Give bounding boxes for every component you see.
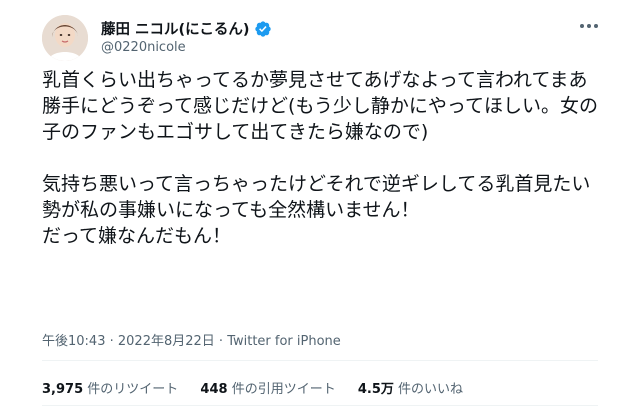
- tweet-text: 乳首くらい出ちゃってるか夢見させてあげなよって言われてまあ勝手にどうぞって感じだ…: [42, 67, 598, 249]
- retweets-count: 3,975: [42, 382, 84, 397]
- retweets-stat[interactable]: 3,975 件のリツイート: [42, 378, 178, 397]
- meta-separator: ·: [105, 334, 118, 349]
- tweet-meta: 午後10:43 · 2022年8月22日 · Twitter for iPhon…: [42, 330, 341, 349]
- display-name[interactable]: 藤田 ニコル(にこるん): [101, 18, 250, 39]
- name-row: 藤田 ニコル(にこるん): [101, 18, 272, 39]
- tweet-source-app[interactable]: Twitter for iPhone: [227, 334, 341, 349]
- meta-separator: ·: [214, 334, 228, 349]
- avatar-photo: [42, 15, 88, 61]
- avatar[interactable]: [42, 15, 88, 61]
- tweet-time[interactable]: 午後10:43: [42, 334, 105, 349]
- more-options-icon[interactable]: [578, 17, 600, 35]
- likes-label: 件のいいね: [398, 382, 464, 397]
- likes-count: 4.5万: [357, 382, 394, 397]
- divider: [42, 360, 598, 361]
- divider: [42, 405, 598, 406]
- quotes-count: 448: [200, 382, 228, 397]
- quotes-label: 件の引用ツイート: [231, 382, 336, 397]
- tweet-stats: 3,975 件のリツイート 448 件の引用ツイート 4.5万 件のいいね: [42, 378, 481, 397]
- tweet-paragraph-1: 乳首くらい出ちゃってるか夢見させてあげなよって言われてまあ勝手にどうぞって感じだ…: [42, 69, 598, 143]
- tweet-header: 藤田 ニコル(にこるん) @0220nicole: [42, 15, 600, 63]
- retweets-label: 件のリツイート: [87, 382, 179, 397]
- tweet-date[interactable]: 2022年8月22日: [118, 334, 215, 349]
- tweet-card: 藤田 ニコル(にこるん) @0220nicole 乳首くらい出ちゃってるか夢見さ…: [0, 0, 620, 413]
- likes-stat[interactable]: 4.5万 件のいいね: [358, 378, 463, 397]
- tweet-paragraph-2: 気持ち悪いって言っちゃったけどそれで逆ギレしてる乳首見たい勢が私の事嫌いになって…: [42, 173, 591, 247]
- quotes-stat[interactable]: 448 件の引用ツイート: [200, 378, 335, 397]
- verified-badge-icon: [254, 20, 272, 38]
- user-handle[interactable]: @0220nicole: [101, 40, 186, 55]
